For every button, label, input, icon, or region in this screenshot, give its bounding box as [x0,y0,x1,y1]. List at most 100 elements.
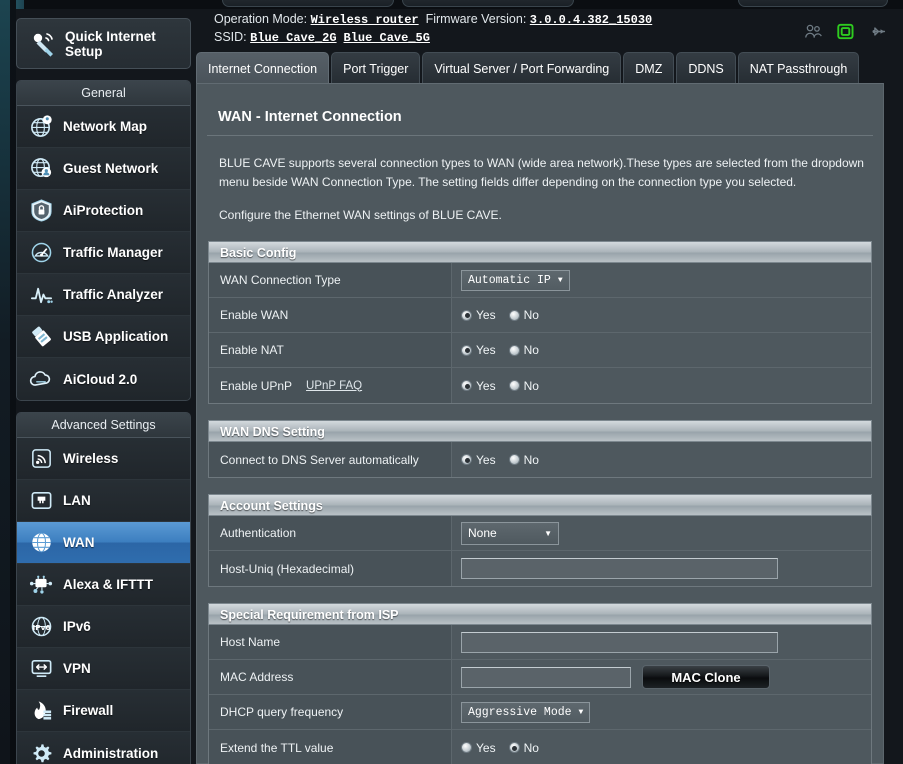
traffic-manager-gauge-icon [26,238,56,268]
sidebar-item-aiprotection-label: AiProtection [63,203,144,218]
radio-indicator [508,309,520,321]
sidebar-item-traffic-analyzer[interactable]: Traffic Analyzer [17,274,190,316]
enable-nat-yes-label: Yes [476,343,496,357]
sidebar-item-aicloud-label: AiCloud 2.0 [63,371,138,387]
extend-ttl-no-radio[interactable]: No [508,741,539,755]
enable-wan-yes-radio[interactable]: Yes [461,308,496,322]
row-host-uniq: Host-Uniq (Hexadecimal) [209,551,871,586]
lan-port-icon [26,486,56,516]
clients-users-icon[interactable] [804,22,823,41]
authentication-select[interactable]: None ▼ [461,521,559,545]
sidebar-item-wan[interactable]: WAN [17,522,190,564]
enable-nat-no-radio[interactable]: No [508,343,539,357]
page-description-line-1: BLUE CAVE supports several connection ty… [219,156,864,189]
sidebar-item-wireless[interactable]: Wireless [17,438,190,480]
section-wan-dns-body: Connect to DNS Server automatically Yes … [208,442,872,478]
operation-mode-line: Operation Mode: Wireless router Firmware… [214,12,652,27]
page-description-line-2: Configure the Ethernet WAN settings of B… [219,208,502,222]
row-enable-nat: Enable NAT Yes No [209,333,871,368]
sidebar-item-lan[interactable]: LAN [17,480,190,522]
sidebar-item-aicloud[interactable]: AiCloud 2.0 [17,358,190,400]
sidebar-item-traffic-manager[interactable]: Traffic Manager [17,232,190,274]
sidebar-item-quick-internet-setup[interactable]: Quick Internet Setup [16,18,191,69]
sidebar-item-firewall[interactable]: Firewall [17,690,190,732]
enable-upnp-no-radio[interactable]: No [508,379,539,393]
section-basic-config: Basic Config WAN Connection Type Automat… [208,225,872,404]
quick-setup-icon [27,28,59,60]
sidebar-item-network-map[interactable]: Network Map [17,106,190,148]
wan-connection-type-label: WAN Connection Type [220,273,341,287]
sidebar-item-network-map-label: Network Map [63,119,148,134]
traffic-analyzer-chart-icon [26,280,56,310]
sidebar-group-general-title: General [17,81,190,106]
tab-ddns[interactable]: DDNS [676,52,736,84]
administration-gear-icon [26,738,56,764]
vpn-monitor-icon [26,654,56,684]
tab-internet-connection[interactable]: Internet Connection [196,52,330,84]
tab-dmz[interactable]: DMZ [623,52,675,84]
sidebar-item-usb-application[interactable]: USB Application [17,316,190,358]
sidebar-item-administration[interactable]: Administration [17,732,190,764]
host-name-label: Host Name [220,635,281,649]
host-name-input[interactable] [461,631,778,653]
mac-address-label: MAC Address [220,670,294,684]
section-special-isp-title: Special Requirement from ISP [208,603,872,625]
tab-nat-passthrough[interactable]: NAT Passthrough [737,52,860,84]
usb-application-icon [26,322,56,352]
host-uniq-label: Host-Uniq (Hexadecimal) [220,561,355,576]
connect-dns-auto-no-radio[interactable]: No [508,453,539,467]
connect-dns-auto-radio-group: Yes No [461,453,539,467]
host-uniq-input[interactable] [461,558,778,579]
upnp-faq-link[interactable]: UPnP FAQ [306,380,362,392]
connect-dns-auto-yes-radio[interactable]: Yes [461,453,496,467]
sidebar-item-vpn[interactable]: VPN [17,648,190,690]
row-enable-wan: Enable WAN Yes No [209,298,871,333]
sidebar-item-wan-label: WAN [63,535,95,550]
dhcp-query-frequency-select[interactable]: Aggressive Mode ▼ [461,701,591,723]
row-connect-dns-auto: Connect to DNS Server automatically Yes … [209,442,871,477]
operation-mode-value[interactable]: Wireless router [311,13,419,27]
tab-port-trigger[interactable]: Port Trigger [331,52,421,84]
usb-device-monitor-icon[interactable] [836,22,855,41]
sidebar-item-ipv6-label: IPv6 [63,619,91,634]
enable-wan-yes-label: Yes [476,308,496,322]
section-basic-config-body: WAN Connection Type Automatic IP ▼ Enabl… [208,263,872,404]
quick-setup-label: Quick Internet Setup [65,28,156,59]
sidebar-item-wireless-label: Wireless [63,451,119,466]
sidebar-item-alexa-ifttt[interactable]: Alexa & IFTTT [17,564,190,606]
section-basic-config-title: Basic Config [208,241,872,263]
section-wan-dns-title: WAN DNS Setting [208,420,872,442]
sidebar-item-aiprotection[interactable]: AiProtection [17,190,190,232]
mac-address-input[interactable] [461,666,631,688]
chevron-down-icon: ▼ [578,707,584,717]
wan-connection-type-select[interactable]: Automatic IP ▼ [461,269,570,291]
sidebar-item-guest-network[interactable]: Guest Network [17,148,190,190]
operation-mode-label: Operation Mode: [214,12,308,26]
extend-ttl-yes-radio[interactable]: Yes [461,741,496,755]
radio-indicator [461,380,472,391]
enable-wan-no-radio[interactable]: No [508,308,539,322]
mac-clone-button[interactable]: MAC Clone [642,665,770,689]
network-map-icon [26,112,56,142]
row-authentication: Authentication None ▼ [209,516,871,551]
connect-dns-auto-label: Connect to DNS Server automatically [220,452,419,467]
sidebar-group-advanced-settings: Advanced Settings Wireless LAN WAN Alexa… [16,412,191,764]
tab-virtual-server-port-forwarding[interactable]: Virtual Server / Port Forwarding [422,52,622,84]
radio-indicator [508,742,520,753]
usb-icon[interactable] [868,22,887,41]
enable-nat-yes-radio[interactable]: Yes [461,343,496,357]
sidebar-item-ipv6[interactable]: IPv6 IPv6 [17,606,190,648]
sidebar-item-lan-label: LAN [63,493,91,508]
firmware-version-value[interactable]: 3.0.0.4.382_15030 [530,13,652,27]
wan-connection-type-value: Automatic IP [468,273,551,287]
guest-network-icon [26,154,56,184]
ssid-2g-value[interactable]: Blue Cave_2G [250,31,336,45]
authentication-value: None [468,526,497,540]
router-admin-page: Quick Internet Setup General Network Map [0,0,903,764]
ssid-5g-value[interactable]: Blue Cave_5G [344,31,430,45]
firmware-label: Firmware Version: [425,12,527,26]
radio-indicator [508,380,520,391]
enable-upnp-yes-radio[interactable]: Yes [461,379,496,393]
radio-indicator [461,344,472,356]
svg-text:IPv6: IPv6 [32,623,50,632]
